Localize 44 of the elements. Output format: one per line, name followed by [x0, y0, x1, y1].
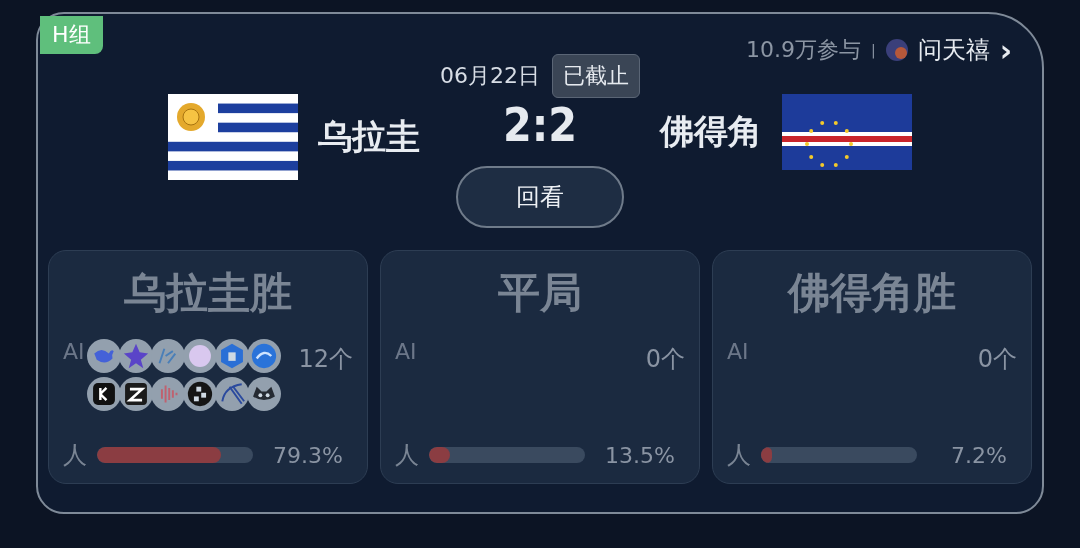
vote-percent: 79.3% — [273, 442, 343, 468]
model-logo-icon — [86, 377, 121, 411]
prediction-option[interactable]: 平局 AI 0个 人 13.5% — [380, 250, 700, 484]
model-logo-icon — [246, 339, 281, 373]
ai-label: AI — [395, 339, 417, 364]
vote-percent: 7.2% — [951, 442, 1007, 468]
people-label: 人 — [727, 440, 751, 471]
separator: | — [870, 42, 876, 58]
team-name: 乌拉圭 — [318, 115, 420, 158]
ai-label: AI — [63, 339, 85, 364]
model-logo-icon — [246, 377, 281, 411]
model-logo-icon — [214, 377, 249, 411]
model-logo-icon — [214, 339, 249, 373]
model-logo-icon — [150, 377, 185, 411]
team-name: 佛得角 — [660, 110, 762, 153]
option-title: 乌拉圭胜 — [124, 267, 292, 319]
chevron-icon[interactable]: › — [999, 32, 1012, 68]
option-title: 佛得角胜 — [788, 267, 956, 319]
replay-button[interactable]: 回看 — [456, 166, 624, 228]
model-logo-icon — [86, 339, 121, 373]
group-badge: H组 — [40, 16, 103, 54]
avatar-icon — [885, 39, 908, 61]
model-logo-icon — [182, 377, 217, 411]
model-logo-icon — [150, 339, 185, 373]
status-badge: 已截止 — [552, 54, 640, 98]
option-title: 平局 — [498, 267, 582, 319]
ai-count: 0个 — [977, 344, 1017, 375]
match-date: 06月22日 — [440, 62, 540, 90]
prediction-option[interactable]: 乌拉圭胜 AI 12个 人 79.3% — [48, 250, 368, 484]
model-logo-icon — [182, 339, 217, 373]
flag-icon — [168, 94, 298, 180]
vote-percent: 13.5% — [605, 442, 675, 468]
prediction-option[interactable]: 佛得角胜 AI 0个 人 7.2% — [712, 250, 1032, 484]
model-logo-icon — [118, 377, 153, 411]
model-logo-icon — [118, 339, 153, 373]
flag-icon — [782, 94, 912, 170]
ai-count: 0个 — [645, 344, 685, 375]
match-score: 2:2 — [502, 98, 578, 152]
people-label: 人 — [395, 440, 419, 471]
user-name[interactable]: 问天禧 — [917, 34, 990, 66]
ai-count: 12个 — [298, 344, 353, 375]
people-label: 人 — [63, 440, 87, 471]
ai-label: AI — [727, 339, 749, 364]
participant-count: 10.9万参与 — [745, 36, 861, 64]
